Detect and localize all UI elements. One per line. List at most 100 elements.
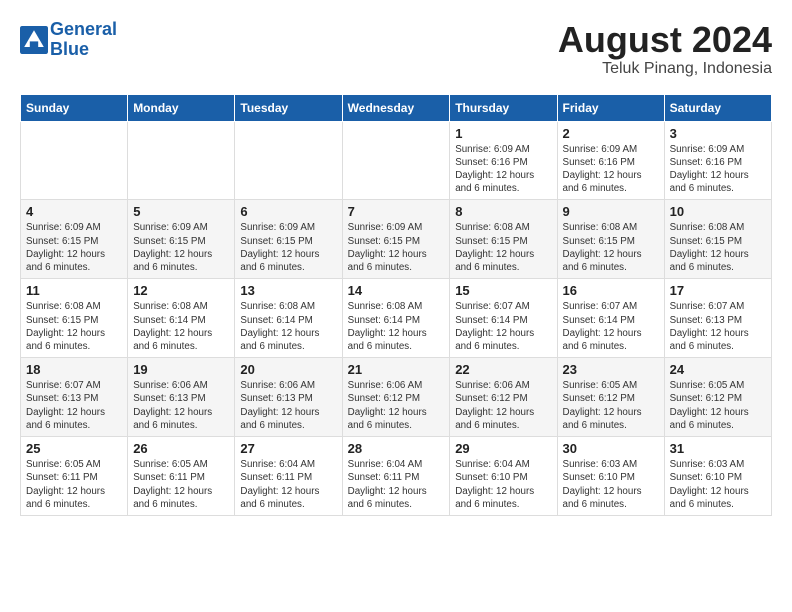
weekday-header-row: SundayMondayTuesdayWednesdayThursdayFrid… [21,94,772,121]
day-number: 19 [133,362,229,377]
calendar-cell: 27 Sunrise: 6:04 AM Sunset: 6:11 PM Dayli… [235,437,342,516]
day-info: Sunrise: 6:05 AM Sunset: 6:12 PM Dayligh… [670,379,766,432]
calendar-cell: 5 Sunrise: 6:09 AM Sunset: 6:15 PM Daylig… [128,200,235,279]
weekday-header-thursday: Thursday [450,94,557,121]
calendar-cell: 19 Sunrise: 6:06 AM Sunset: 6:13 PM Dayli… [128,358,235,437]
calendar-subtitle: Teluk Pinang, Indonesia [558,60,772,78]
day-info: Sunrise: 6:05 AM Sunset: 6:11 PM Dayligh… [26,458,122,511]
day-info: Sunrise: 6:07 AM Sunset: 6:13 PM Dayligh… [26,379,122,432]
day-info: Sunrise: 6:08 AM Sunset: 6:14 PM Dayligh… [240,300,336,353]
weekday-header-monday: Monday [128,94,235,121]
day-number: 2 [563,126,659,141]
day-number: 23 [563,362,659,377]
day-info: Sunrise: 6:08 AM Sunset: 6:15 PM Dayligh… [455,221,551,274]
day-number: 1 [455,126,551,141]
week-row-3: 11 Sunrise: 6:08 AM Sunset: 6:15 PM Dayli… [21,279,772,358]
day-info: Sunrise: 6:09 AM Sunset: 6:15 PM Dayligh… [240,221,336,274]
day-number: 14 [348,283,445,298]
weekday-header-tuesday: Tuesday [235,94,342,121]
day-number: 21 [348,362,445,377]
day-number: 7 [348,204,445,219]
day-number: 4 [26,204,122,219]
calendar-cell [128,121,235,200]
day-info: Sunrise: 6:09 AM Sunset: 6:15 PM Dayligh… [133,221,229,274]
title-block: August 2024 Teluk Pinang, Indonesia [558,20,772,78]
day-info: Sunrise: 6:09 AM Sunset: 6:15 PM Dayligh… [26,221,122,274]
day-number: 25 [26,441,122,456]
calendar-cell: 11 Sunrise: 6:08 AM Sunset: 6:15 PM Dayli… [21,279,128,358]
day-info: Sunrise: 6:06 AM Sunset: 6:13 PM Dayligh… [240,379,336,432]
weekday-header-sunday: Sunday [21,94,128,121]
day-info: Sunrise: 6:09 AM Sunset: 6:15 PM Dayligh… [348,221,445,274]
calendar-cell: 29 Sunrise: 6:04 AM Sunset: 6:10 PM Dayli… [450,437,557,516]
day-number: 15 [455,283,551,298]
week-row-5: 25 Sunrise: 6:05 AM Sunset: 6:11 PM Dayli… [21,437,772,516]
day-number: 16 [563,283,659,298]
day-info: Sunrise: 6:08 AM Sunset: 6:15 PM Dayligh… [670,221,766,274]
day-info: Sunrise: 6:06 AM Sunset: 6:12 PM Dayligh… [455,379,551,432]
day-info: Sunrise: 6:04 AM Sunset: 6:11 PM Dayligh… [240,458,336,511]
day-info: Sunrise: 6:08 AM Sunset: 6:15 PM Dayligh… [26,300,122,353]
week-row-4: 18 Sunrise: 6:07 AM Sunset: 6:13 PM Dayli… [21,358,772,437]
day-number: 17 [670,283,766,298]
day-info: Sunrise: 6:09 AM Sunset: 6:16 PM Dayligh… [455,143,551,196]
day-info: Sunrise: 6:09 AM Sunset: 6:16 PM Dayligh… [670,143,766,196]
day-number: 30 [563,441,659,456]
calendar-cell: 15 Sunrise: 6:07 AM Sunset: 6:14 PM Dayli… [450,279,557,358]
day-number: 11 [26,283,122,298]
calendar-table: SundayMondayTuesdayWednesdayThursdayFrid… [20,94,772,516]
day-info: Sunrise: 6:07 AM Sunset: 6:14 PM Dayligh… [455,300,551,353]
day-number: 22 [455,362,551,377]
day-number: 13 [240,283,336,298]
calendar-cell: 1 Sunrise: 6:09 AM Sunset: 6:16 PM Daylig… [450,121,557,200]
calendar-cell: 18 Sunrise: 6:07 AM Sunset: 6:13 PM Dayli… [21,358,128,437]
calendar-cell: 2Sunrise: 6:09 AM Sunset: 6:16 PM Daylig… [557,121,664,200]
day-number: 12 [133,283,229,298]
calendar-cell: 20 Sunrise: 6:06 AM Sunset: 6:13 PM Dayli… [235,358,342,437]
calendar-cell: 24Sunrise: 6:05 AM Sunset: 6:12 PM Dayli… [664,358,771,437]
calendar-cell: 26Sunrise: 6:05 AM Sunset: 6:11 PM Dayli… [128,437,235,516]
calendar-cell: 3 Sunrise: 6:09 AM Sunset: 6:16 PM Daylig… [664,121,771,200]
calendar-cell: 4 Sunrise: 6:09 AM Sunset: 6:15 PM Daylig… [21,200,128,279]
calendar-cell: 10Sunrise: 6:08 AM Sunset: 6:15 PM Dayli… [664,200,771,279]
page-header: General Blue August 2024 Teluk Pinang, I… [20,20,772,78]
day-info: Sunrise: 6:04 AM Sunset: 6:10 PM Dayligh… [455,458,551,511]
calendar-cell: 13 Sunrise: 6:08 AM Sunset: 6:14 PM Dayli… [235,279,342,358]
day-number: 5 [133,204,229,219]
day-number: 18 [26,362,122,377]
day-number: 20 [240,362,336,377]
calendar-cell: 22 Sunrise: 6:06 AM Sunset: 6:12 PM Dayli… [450,358,557,437]
calendar-cell: 9 Sunrise: 6:08 AM Sunset: 6:15 PM Daylig… [557,200,664,279]
day-info: Sunrise: 6:07 AM Sunset: 6:13 PM Dayligh… [670,300,766,353]
logo-line2: Blue [50,39,89,59]
day-number: 31 [670,441,766,456]
calendar-cell: 14Sunrise: 6:08 AM Sunset: 6:14 PM Dayli… [342,279,450,358]
day-info: Sunrise: 6:07 AM Sunset: 6:14 PM Dayligh… [563,300,659,353]
calendar-cell: 7 Sunrise: 6:09 AM Sunset: 6:15 PM Daylig… [342,200,450,279]
day-info: Sunrise: 6:05 AM Sunset: 6:11 PM Dayligh… [133,458,229,511]
day-number: 3 [670,126,766,141]
day-number: 6 [240,204,336,219]
calendar-cell: 8Sunrise: 6:08 AM Sunset: 6:15 PM Daylig… [450,200,557,279]
calendar-title: August 2024 [558,20,772,60]
logo-icon [20,26,48,54]
weekday-header-wednesday: Wednesday [342,94,450,121]
day-number: 27 [240,441,336,456]
day-info: Sunrise: 6:03 AM Sunset: 6:10 PM Dayligh… [563,458,659,511]
weekday-header-friday: Friday [557,94,664,121]
calendar-cell: 21Sunrise: 6:06 AM Sunset: 6:12 PM Dayli… [342,358,450,437]
day-number: 9 [563,204,659,219]
calendar-cell: 23Sunrise: 6:05 AM Sunset: 6:12 PM Dayli… [557,358,664,437]
calendar-cell: 17 Sunrise: 6:07 AM Sunset: 6:13 PM Dayli… [664,279,771,358]
week-row-2: 4 Sunrise: 6:09 AM Sunset: 6:15 PM Daylig… [21,200,772,279]
logo-line1: General [50,19,117,39]
day-info: Sunrise: 6:08 AM Sunset: 6:15 PM Dayligh… [563,221,659,274]
calendar-cell: 31 Sunrise: 6:03 AM Sunset: 6:10 PM Dayli… [664,437,771,516]
day-number: 29 [455,441,551,456]
logo: General Blue [20,20,117,60]
day-info: Sunrise: 6:03 AM Sunset: 6:10 PM Dayligh… [670,458,766,511]
calendar-cell: 16 Sunrise: 6:07 AM Sunset: 6:14 PM Dayli… [557,279,664,358]
calendar-cell [21,121,128,200]
week-row-1: 1 Sunrise: 6:09 AM Sunset: 6:16 PM Daylig… [21,121,772,200]
day-info: Sunrise: 6:06 AM Sunset: 6:13 PM Dayligh… [133,379,229,432]
